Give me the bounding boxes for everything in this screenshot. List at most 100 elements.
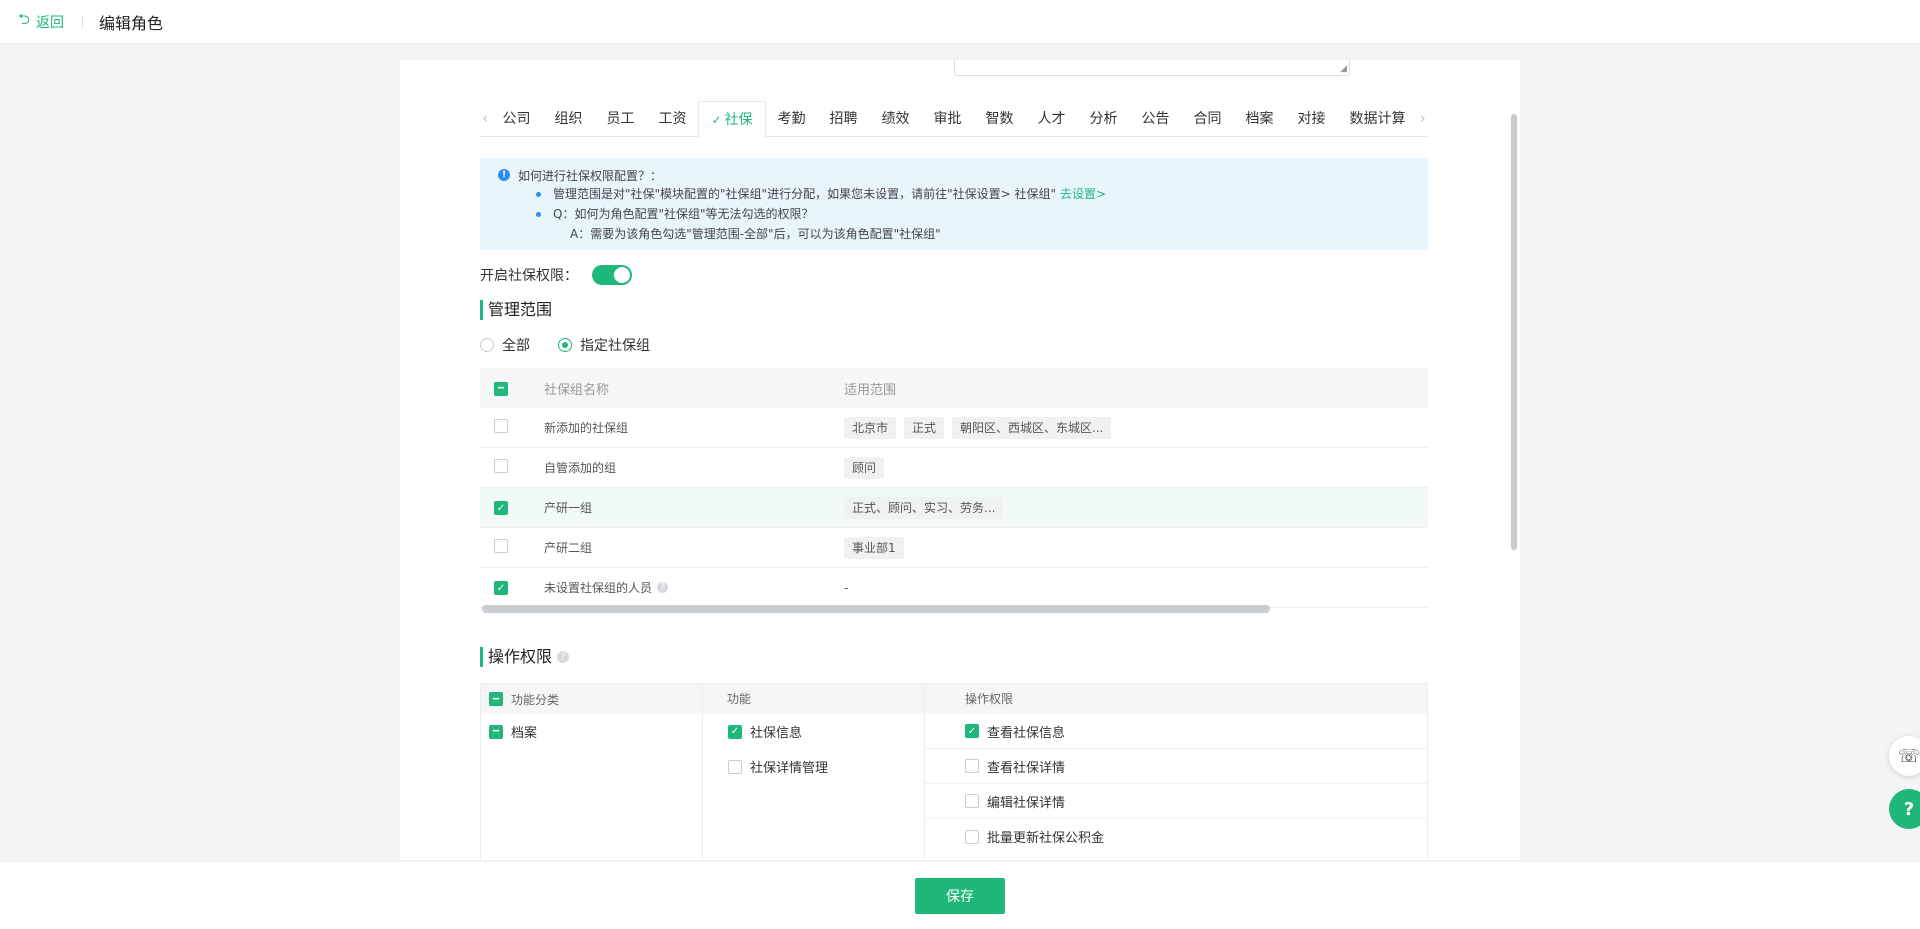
- function-item[interactable]: ✓ 社保信息: [703, 714, 924, 749]
- function-checkbox[interactable]: ✓: [728, 724, 742, 739]
- tab-9[interactable]: 智数: [974, 101, 1026, 137]
- row-checkbox[interactable]: [494, 419, 508, 433]
- row-checkbox[interactable]: ✓: [494, 581, 508, 596]
- scope-radio-group: 全部 指定社保组: [480, 335, 678, 355]
- operations-section-title: 操作权限 ?: [480, 647, 570, 667]
- tab-1[interactable]: 组织: [542, 101, 594, 137]
- group-scope: 正式、顾问、实习、劳务...: [844, 496, 1428, 519]
- permission-item[interactable]: 编辑社保详情: [925, 784, 1427, 819]
- group-name: 产研二组: [544, 539, 844, 556]
- radio-on-icon: [558, 338, 572, 352]
- scope-tag: 朝阳区、西城区、东城区...: [952, 416, 1112, 439]
- group-name-text: 新添加的社保组: [544, 421, 629, 435]
- page-scrollbar-thumb[interactable]: [1511, 114, 1517, 550]
- notice-title: 如何进行社保权限配置？：: [518, 168, 663, 183]
- tab-label: 公告: [1141, 110, 1170, 127]
- tabs-scroll-left-icon[interactable]: ‹: [480, 111, 490, 127]
- tab-6[interactable]: 招聘: [818, 101, 870, 137]
- tab-4[interactable]: ✓ 社保: [698, 100, 766, 138]
- group-scope: -: [844, 581, 1428, 595]
- table-row[interactable]: ✓ 产研一组 正式、顾问、实习、劳务...: [480, 488, 1428, 528]
- permission-item[interactable]: ✓ 查看社保信息: [925, 714, 1427, 749]
- function-label: 社保详情管理: [750, 761, 829, 776]
- tab-label: 合同: [1193, 110, 1222, 127]
- tabs-scroll-right-icon[interactable]: ›: [1418, 111, 1428, 127]
- row-checkbox[interactable]: ✓: [494, 501, 508, 516]
- group-name-text: 自管添加的组: [544, 461, 617, 475]
- col-header-function: 功能: [703, 684, 925, 714]
- group-name-text: 产研一组: [544, 501, 593, 515]
- tab-11[interactable]: 分析: [1078, 101, 1130, 137]
- tab-2[interactable]: 员工: [594, 101, 646, 137]
- row-checkbox[interactable]: [494, 539, 508, 553]
- select-all-indeterminate-checkbox[interactable]: ━: [494, 381, 508, 396]
- permission-checkbox[interactable]: [965, 829, 979, 844]
- tab-16[interactable]: 数据计算: [1338, 101, 1418, 137]
- group-name: 自管添加的组: [544, 459, 844, 476]
- bullet-icon: [536, 211, 541, 217]
- footer-bar: 保存: [0, 861, 1920, 929]
- category-select-all-checkbox[interactable]: ━: [489, 692, 503, 706]
- permission-checkbox[interactable]: ✓: [965, 724, 979, 738]
- help-button[interactable]: ?: [1889, 789, 1920, 829]
- tab-label: 考勤: [777, 110, 806, 127]
- page-title: 编辑角色: [99, 13, 164, 33]
- tab-12[interactable]: 公告: [1130, 101, 1182, 137]
- info-icon: !: [498, 169, 510, 181]
- help-circle-icon[interactable]: ?: [557, 651, 570, 663]
- scrollbar-thumb[interactable]: [482, 605, 1270, 613]
- permission-item[interactable]: 查看社保详情: [925, 749, 1427, 784]
- tab-7[interactable]: 绩效: [870, 101, 922, 137]
- go-settings-link[interactable]: 去设置>: [1060, 184, 1106, 204]
- table-row[interactable]: 产研二组 事业部1: [480, 528, 1428, 568]
- scope-title-text: 管理范围: [488, 300, 553, 319]
- undo-arrow-icon: ⮌: [18, 10, 31, 28]
- function-item[interactable]: 社保详情管理: [703, 749, 924, 784]
- bullet-icon: [536, 191, 541, 197]
- back-button[interactable]: ⮌ 返回: [18, 9, 64, 34]
- module-tabs: ‹ 公司 组织 员工 工资 ✓ 社保 考勤 招聘 绩效 审批 智数 人才 分析 公告 合同 档案 对接 数据计算 ›: [480, 100, 1428, 138]
- top-bar: ⮌ 返回 编辑角色: [0, 0, 1920, 44]
- permission-checkbox[interactable]: [965, 794, 979, 808]
- scope-radio-all[interactable]: 全部: [480, 335, 530, 355]
- tab-5[interactable]: 考勤: [766, 101, 818, 137]
- permission-toggle[interactable]: [592, 265, 632, 285]
- tab-label: 智数: [985, 110, 1014, 127]
- description-textarea[interactable]: ◢: [954, 60, 1350, 76]
- permission-checkbox[interactable]: [965, 759, 979, 773]
- col-header-name: 社保组名称: [544, 382, 610, 398]
- table-row[interactable]: 自管添加的组 顾问: [480, 448, 1428, 488]
- table-row[interactable]: ✓ 未设置社保组的人员? -: [480, 568, 1428, 608]
- group-table-scrollbar[interactable]: [480, 605, 1428, 613]
- tab-label: 员工: [606, 110, 635, 127]
- tab-8[interactable]: 审批: [922, 101, 974, 137]
- category-item: ━ 档案: [481, 714, 702, 749]
- permission-label: 查看社保信息: [987, 725, 1066, 741]
- tab-3[interactable]: 工资: [646, 101, 698, 137]
- permission-item[interactable]: 批量更新社保公积金: [925, 819, 1427, 854]
- tab-label: 公司: [502, 110, 531, 127]
- row-checkbox[interactable]: [494, 459, 508, 473]
- permission-switch-label: 开启社保权限：: [480, 268, 578, 284]
- resize-grip-icon[interactable]: ◢: [1340, 64, 1347, 74]
- tab-10[interactable]: 人才: [1026, 101, 1078, 137]
- customer-service-button[interactable]: ☏: [1889, 736, 1920, 776]
- radio-off-icon: [480, 338, 494, 352]
- tab-14[interactable]: 档案: [1234, 101, 1286, 137]
- tab-label: 组织: [554, 110, 583, 127]
- tab-label: 绩效: [881, 110, 910, 127]
- function-checkbox[interactable]: [728, 759, 742, 774]
- table-row[interactable]: 新添加的社保组 北京市 正式 朝阳区、西城区、东城区...: [480, 408, 1428, 448]
- col-header-scope: 适用范围: [844, 382, 897, 398]
- tab-label: 对接: [1297, 110, 1326, 127]
- scope-radio-specific[interactable]: 指定社保组: [558, 335, 650, 355]
- tab-15[interactable]: 对接: [1286, 101, 1338, 137]
- scope-section-title: 管理范围: [480, 300, 552, 320]
- category-checkbox[interactable]: ━: [489, 724, 503, 739]
- tab-label: 招聘: [829, 110, 858, 127]
- tab-13[interactable]: 合同: [1182, 101, 1234, 137]
- help-circle-icon[interactable]: ?: [657, 582, 669, 593]
- save-button[interactable]: 保存: [915, 877, 1005, 914]
- tab-0[interactable]: 公司: [490, 101, 542, 137]
- group-name-text: 未设置社保组的人员: [544, 581, 653, 595]
